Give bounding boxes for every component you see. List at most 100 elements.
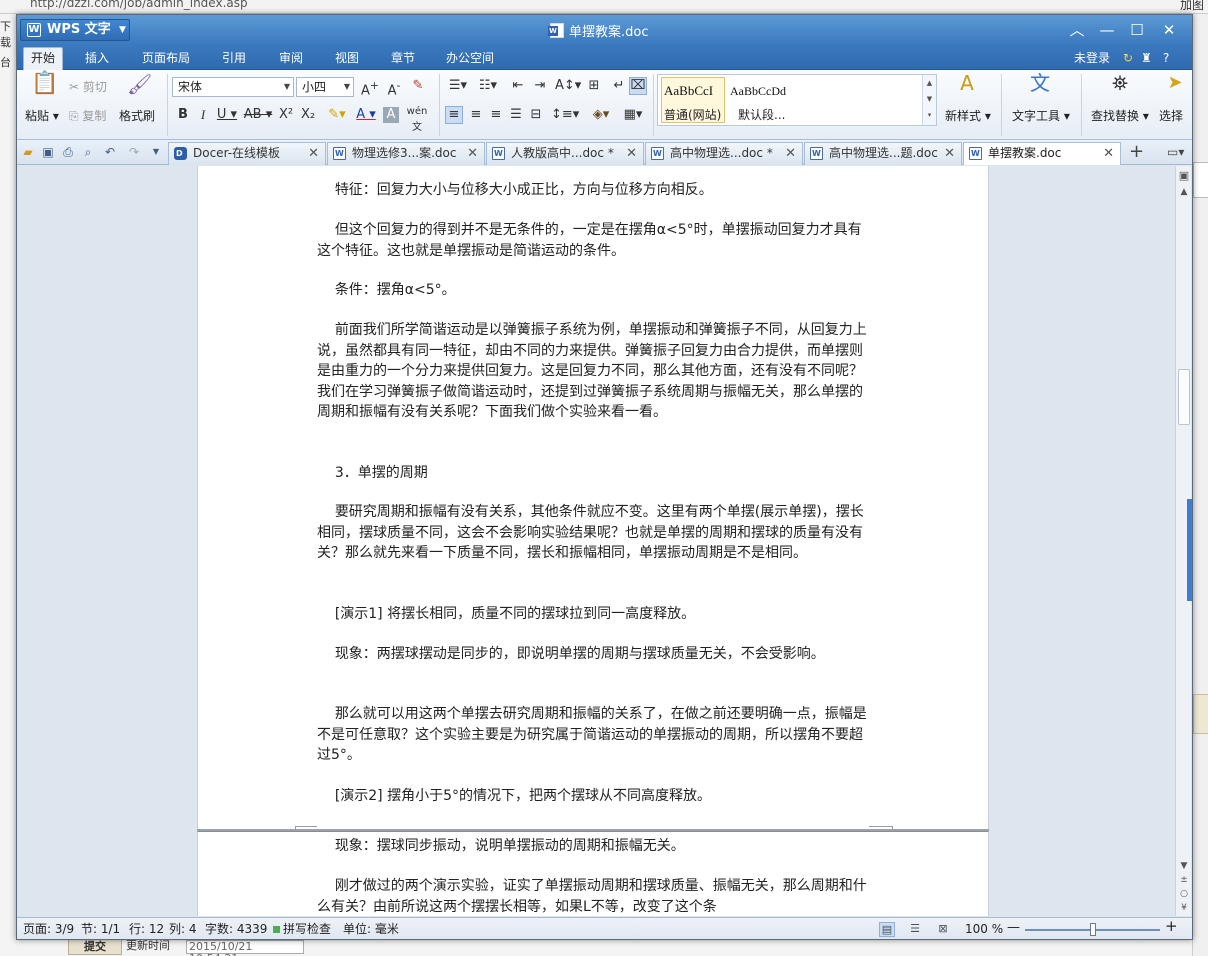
underline-icon[interactable]: U ▾	[215, 107, 239, 123]
print-icon[interactable]: ⎙	[61, 145, 75, 159]
collapse-ribbon-button[interactable]: ︿	[1063, 18, 1091, 42]
next-page-icon[interactable]: ¥	[1176, 902, 1192, 914]
login-status[interactable]: 未登录	[1074, 48, 1110, 68]
customize-toolbar-icon[interactable]: ▼	[149, 145, 163, 159]
decrease-indent-icon[interactable]: ⇤	[509, 78, 527, 94]
status-unit[interactable]: 单位: 毫米	[343, 922, 399, 937]
format-painter-button[interactable]: 格式刷	[119, 108, 155, 124]
doc-tab[interactable]: 人教版高中...doc * ✕	[486, 142, 644, 165]
highlight-icon[interactable]: ✎▾	[323, 107, 351, 123]
scroll-down-arrow[interactable]: ▼	[1176, 860, 1192, 872]
font-size-select[interactable]: 小四 ▼	[296, 77, 354, 97]
table-icon[interactable]: ⊞	[585, 78, 603, 94]
close-icon[interactable]: ✕	[944, 143, 955, 164]
web-view-icon[interactable]: ⊠	[935, 922, 951, 937]
close-icon[interactable]: ✕	[626, 143, 637, 164]
close-button[interactable]: ✕	[1155, 18, 1183, 42]
format-painter-icon[interactable]: 🖌	[127, 74, 152, 102]
align-right-icon[interactable]: ≡	[487, 107, 505, 123]
document-workspace[interactable]: 特征：回复力大小与位移大小成正比，方向与位移方向相反。 但这个回复力的得到并不是…	[17, 166, 1192, 916]
new-style-button[interactable]: 新样式 ▾	[945, 108, 991, 124]
side-panel-toggle[interactable]	[1187, 499, 1192, 601]
increase-indent-icon[interactable]: ⇥	[531, 78, 549, 94]
skin-icon[interactable]: ↻	[1123, 48, 1133, 68]
style-name[interactable]: 默认段...	[738, 106, 785, 123]
browse-object-icon[interactable]: ○	[1176, 888, 1192, 900]
scrollbar-thumb[interactable]	[1178, 369, 1190, 425]
numbered-list-icon[interactable]: ☷▾	[475, 78, 501, 94]
tab-references[interactable]: 引用	[216, 48, 252, 68]
submit-button[interactable]: 提交	[68, 938, 122, 955]
bullet-list-icon[interactable]: ☰▾	[445, 78, 471, 94]
prev-page-icon[interactable]: ±	[1176, 874, 1192, 886]
char-shading-icon[interactable]: A	[383, 107, 399, 123]
browser-address-bar[interactable]: http://dzzl.com/job/admin_index.asp 加图	[0, 0, 1208, 14]
tab-view[interactable]: 视图	[329, 48, 365, 68]
maximize-button[interactable]: ☐	[1123, 18, 1151, 42]
document-page[interactable]: 现象：摆球同步振动，说明单摆振动的周期和振幅无关。 刚才做过的两个演示实验，证实…	[197, 826, 989, 916]
scroll-page-icon[interactable]: ▣	[1176, 170, 1192, 182]
close-icon[interactable]: ✕	[467, 143, 478, 164]
shrink-font-icon[interactable]: A-	[385, 78, 403, 99]
font-color-icon[interactable]: A ▾	[353, 107, 379, 123]
close-icon[interactable]: ✕	[1103, 143, 1114, 164]
close-icon[interactable]: ✕	[308, 143, 319, 164]
find-replace-button[interactable]: 查找替换 ▾	[1091, 108, 1149, 124]
title-bar[interactable]: W WPS 文字 ▼ 单摆教案.doc ︿ — ☐ ✕	[17, 15, 1192, 45]
paste-icon[interactable]: 📋	[31, 73, 58, 104]
wps-menu-button[interactable]: W WPS 文字 ▼	[20, 19, 130, 41]
outline-view-icon[interactable]: ☰	[907, 922, 923, 937]
update-time-field[interactable]: 2015/10/21 10:54:21	[186, 940, 304, 956]
doc-tab[interactable]: 物理选修3...案.doc ✕	[327, 142, 485, 165]
align-left-icon[interactable]: ≡	[445, 106, 463, 124]
shirt-icon[interactable]: ♜	[1141, 48, 1152, 68]
line-break-icon[interactable]: ↵	[611, 78, 627, 94]
paragraph-shading-icon[interactable]: ◈▾	[587, 107, 615, 123]
status-page[interactable]: 页面: 3/9	[23, 922, 74, 937]
distribute-icon[interactable]: ⊟	[527, 107, 545, 123]
italic-icon[interactable]: I	[195, 107, 211, 123]
text-direction-icon[interactable]: A↕▾	[555, 78, 581, 94]
save-icon[interactable]: ▣	[41, 145, 55, 159]
select-cursor-icon[interactable]: ➤	[1165, 74, 1185, 101]
grow-font-icon[interactable]: A+	[361, 78, 379, 99]
clear-format-icon[interactable]: ✎	[409, 78, 427, 94]
help-button[interactable]: ?	[1163, 48, 1169, 68]
close-icon[interactable]: ✕	[785, 143, 796, 164]
open-icon[interactable]: ▰	[21, 145, 35, 159]
redo-icon[interactable]: ↷	[127, 145, 141, 159]
tab-insert[interactable]: 插入	[79, 48, 115, 68]
zoom-level[interactable]: 100 %	[965, 922, 1003, 937]
new-tab-icon[interactable]: +	[1129, 142, 1144, 162]
zoom-slider-knob[interactable]	[1090, 923, 1096, 936]
text-tools-button[interactable]: 文字工具 ▾	[1012, 108, 1070, 124]
justify-icon[interactable]: ☰	[507, 107, 525, 123]
strikethrough-icon[interactable]: AB ▾	[243, 107, 273, 123]
zoom-out-icon[interactable]: —	[1007, 920, 1020, 935]
minimize-button[interactable]: —	[1093, 18, 1121, 42]
select-button[interactable]: 选择	[1159, 108, 1183, 124]
copy-button[interactable]: ⎘ 复制	[69, 108, 106, 124]
doc-tab[interactable]: Docer-在线模板 ✕	[168, 142, 326, 165]
borders-icon[interactable]: ▦▾	[619, 107, 647, 123]
doc-tab[interactable]: 高中物理选...doc * ✕	[645, 142, 803, 165]
status-wordcount[interactable]: 字数: 4339	[205, 922, 267, 937]
doc-tab[interactable]: 高中物理选...题.doc ✕	[804, 142, 962, 165]
bold-icon[interactable]: B	[175, 107, 191, 123]
spell-check-toggle[interactable]: 拼写检查	[273, 922, 331, 937]
tab-page-layout[interactable]: 页面布局	[139, 48, 193, 68]
subscript-icon[interactable]: X₂	[299, 107, 317, 123]
tab-chapter[interactable]: 章节	[385, 48, 421, 68]
tab-office-space[interactable]: 办公空间	[443, 48, 497, 68]
align-center-icon[interactable]: ≡	[467, 107, 485, 123]
phonetic-guide-icon[interactable]: wén 文	[403, 104, 431, 136]
binoculars-icon[interactable]: ⛯	[1107, 73, 1133, 101]
zoom-in-icon[interactable]: +	[1165, 919, 1178, 934]
tab-home[interactable]: 开始	[23, 47, 63, 70]
cut-button[interactable]: ✂ 剪切	[69, 79, 107, 95]
document-page[interactable]: 特征：回复力大小与位移大小成正比，方向与位移方向相反。 但这个回复力的得到并不是…	[197, 166, 989, 830]
style-gallery[interactable]: AaBbCcI AaBbCcDd 普通(网站) 默认段... ▲ ▼ ▾	[657, 74, 937, 126]
paste-button[interactable]: 粘贴 ▾	[25, 108, 59, 124]
print-preview-icon[interactable]: ⌕	[81, 145, 95, 159]
text-tools-icon[interactable]: 文	[1027, 73, 1053, 101]
